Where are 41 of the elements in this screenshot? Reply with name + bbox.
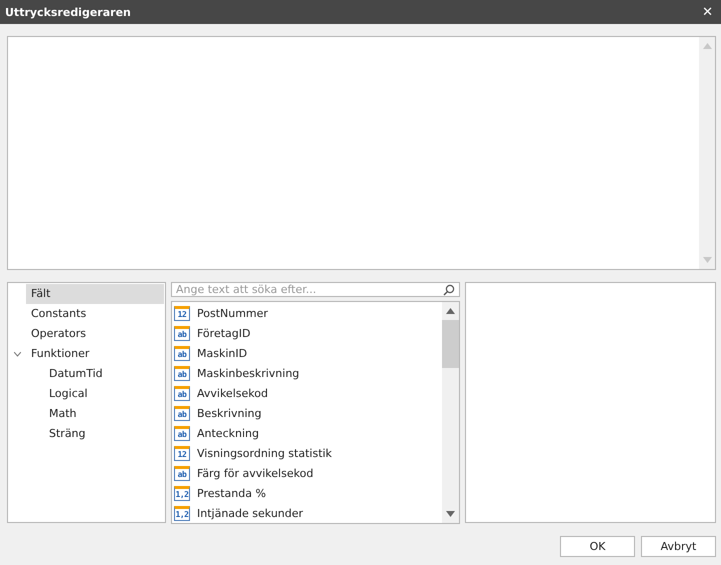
type-icon: ab [174, 386, 190, 400]
list-item[interactable]: Maskinbeskrivning [197, 366, 300, 380]
tree-item[interactable]: Operators [26, 324, 164, 344]
type-icon: 12 [174, 446, 190, 460]
tree-item[interactable]: Sträng [44, 424, 164, 444]
tree-item[interactable]: Logical [44, 384, 164, 404]
type-icon: 1,2 [174, 486, 190, 500]
list-item[interactable]: Färg för avvikelsekod [197, 466, 314, 480]
list-item[interactable]: Intjänade sekunder [197, 506, 304, 520]
ok-button[interactable]: OK [560, 536, 635, 557]
list-item[interactable]: PostNummer [197, 306, 268, 320]
search-icon[interactable] [443, 284, 455, 296]
type-icon: 1,2 [174, 506, 190, 520]
list-item[interactable]: Anteckning [197, 426, 259, 440]
expression-editor[interactable] [7, 36, 716, 270]
type-icon: ab [174, 346, 190, 360]
scroll-thumb[interactable] [442, 320, 459, 368]
scroll-up-icon[interactable] [446, 308, 455, 314]
window-title: Uttrycksredigeraren [5, 6, 131, 18]
tree-item[interactable]: Math [44, 404, 164, 424]
scrollbar[interactable] [442, 302, 459, 523]
list-item[interactable]: Beskrivning [197, 406, 262, 420]
list-item[interactable]: Avvikelsekod [197, 386, 268, 400]
type-icon: ab [174, 366, 190, 380]
list-item[interactable]: Visningsordning statistik [197, 446, 332, 460]
tree-item[interactable]: DatumTid [44, 364, 164, 384]
tree-item[interactable]: Fält [26, 284, 164, 304]
scroll-down-icon[interactable] [446, 511, 455, 517]
search-field[interactable]: Ange text att söka efter... [171, 282, 460, 297]
list-item[interactable]: Prestanda % [197, 486, 266, 500]
type-icon: ab [174, 326, 190, 340]
type-icon: ab [174, 406, 190, 420]
type-icon: 12 [174, 306, 190, 320]
list-item[interactable]: MaskinID [197, 346, 248, 360]
type-icon: ab [174, 426, 190, 440]
tree-item[interactable]: Constants [26, 304, 164, 324]
tree-item[interactable]: Funktioner [26, 344, 164, 364]
list-item[interactable]: FöretagID [197, 326, 250, 340]
close-button[interactable]: ✕ [700, 4, 715, 20]
type-icon: ab [174, 466, 190, 480]
cancel-button[interactable]: Avbryt [641, 536, 716, 557]
